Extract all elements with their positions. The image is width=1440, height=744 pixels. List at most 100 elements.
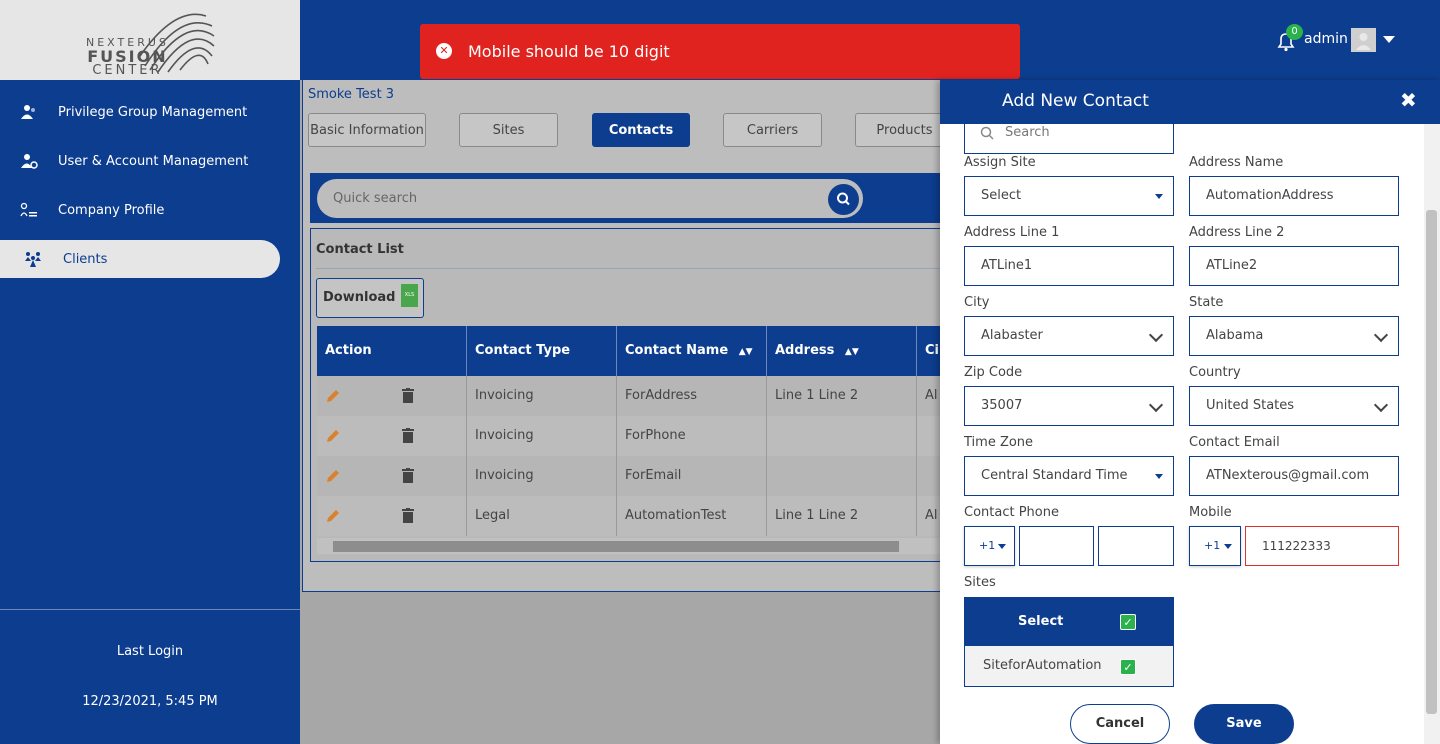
cancel-button[interactable]: Cancel: [1070, 704, 1170, 744]
tab-contacts[interactable]: Contacts: [592, 113, 690, 147]
cell-city: Al: [925, 508, 938, 523]
country-label: Country: [1189, 365, 1241, 380]
edit-pencil-icon[interactable]: [325, 388, 341, 404]
state-select[interactable]: Alabama: [1189, 316, 1399, 356]
table-row: Legal AutomationTest Line 1 Line 2 Al: [317, 496, 942, 536]
delete-trash-icon[interactable]: [402, 388, 414, 403]
delete-trash-icon[interactable]: [402, 508, 414, 523]
col-contact-name[interactable]: Contact Name ▲▼: [617, 326, 767, 376]
col-city: Ci: [925, 343, 939, 358]
sidebar-item-label: Privilege Group Management: [58, 104, 248, 120]
state-label: State: [1189, 295, 1224, 310]
chevron-down-icon: [1148, 397, 1164, 413]
mobile-label: Mobile: [1189, 505, 1232, 520]
assign-site-select[interactable]: Select: [964, 176, 1174, 216]
timezone-label: Time Zone: [964, 435, 1034, 450]
sort-icon[interactable]: ▲▼: [845, 347, 859, 357]
delete-trash-icon[interactable]: [402, 468, 414, 483]
cell-contact-type: Invoicing: [467, 376, 617, 416]
cell-contact-type: Invoicing: [467, 456, 617, 496]
user-gear-icon: [21, 154, 38, 169]
table-row: Invoicing ForEmail: [317, 456, 942, 496]
table-row: Invoicing ForAddress Line 1 Line 2 Al: [317, 376, 942, 416]
sidebar-item-privilege-group[interactable]: Privilege Group Management: [0, 93, 280, 131]
col-contact-type[interactable]: Contact Type: [467, 326, 617, 376]
logo-area: NEXTERUS FUSION CENTER: [0, 0, 300, 80]
mobile-input[interactable]: 111222333: [1245, 526, 1399, 566]
cell-contact-name: ForPhone: [617, 416, 767, 456]
action-cell: [317, 496, 467, 536]
last-login-value: 12/23/2021, 5:45 PM: [82, 694, 218, 709]
timezone-value: Central Standard Time: [981, 468, 1128, 483]
cell-contact-type: Legal: [467, 496, 617, 536]
address-name-label: Address Name: [1189, 155, 1284, 170]
quick-search-input[interactable]: Quick search: [317, 179, 863, 218]
cell-address: Line 1 Line 2: [767, 376, 917, 416]
email-input[interactable]: ATNexterous@gmail.com: [1189, 456, 1399, 496]
divider: [316, 268, 942, 269]
country-value: United States: [1206, 398, 1295, 413]
cell-address: [767, 416, 917, 456]
mobile-country-code[interactable]: +1: [1189, 526, 1241, 566]
logo-line2: FUSION: [87, 47, 168, 66]
tab-carriers[interactable]: Carriers: [723, 113, 822, 147]
tab-sites[interactable]: Sites: [459, 113, 558, 147]
city-select[interactable]: Alabaster: [964, 316, 1174, 356]
edit-pencil-icon[interactable]: [325, 428, 341, 444]
col-address-label: Address: [775, 343, 835, 358]
sites-select-all[interactable]: Select: [964, 597, 1174, 646]
site-checkbox[interactable]: ✓: [1120, 659, 1136, 675]
delete-trash-icon[interactable]: [402, 428, 414, 443]
save-button[interactable]: Save: [1194, 704, 1294, 744]
phone-part2-input[interactable]: [1098, 526, 1174, 566]
phone-part1-input[interactable]: [1019, 526, 1094, 566]
cell-city: [917, 456, 942, 496]
email-label: Contact Email: [1189, 435, 1280, 450]
select-all-checkbox[interactable]: ✓: [1120, 614, 1136, 630]
tab-basic-information[interactable]: Basic Information: [308, 113, 426, 147]
address-line1-input[interactable]: ATLine1: [964, 246, 1174, 286]
search-button[interactable]: [828, 184, 859, 215]
zip-select[interactable]: 35007: [964, 386, 1174, 426]
site-item-label: SiteforAutomation: [983, 658, 1102, 673]
horizontal-scroll-thumb[interactable]: [333, 541, 899, 552]
mobile-code-value: +1: [1204, 539, 1221, 552]
col-contact-name-label: Contact Name: [625, 343, 729, 358]
toast-message: Mobile should be 10 digit: [468, 42, 670, 61]
sidebar-item-company-profile[interactable]: Company Profile: [0, 191, 280, 229]
phone-label: Contact Phone: [964, 505, 1059, 520]
vertical-scroll-thumb[interactable]: [1426, 210, 1437, 714]
phone-country-code[interactable]: +1: [964, 526, 1015, 566]
cell-city: [917, 416, 942, 456]
site-item[interactable]: SiteforAutomation: [964, 646, 1174, 687]
sidebar-item-clients[interactable]: Clients: [0, 240, 280, 278]
table-row: Invoicing ForPhone: [317, 416, 942, 456]
address-name-input[interactable]: AutomationAddress: [1189, 176, 1399, 216]
breadcrumb[interactable]: Smoke Test 3: [308, 87, 394, 102]
avatar[interactable]: [1351, 28, 1376, 52]
chevron-down-icon: [1155, 194, 1163, 199]
col-address[interactable]: Address ▲▼: [767, 326, 917, 376]
user-name[interactable]: admin: [1304, 31, 1348, 47]
sidebar-item-user-account[interactable]: User & Account Management: [0, 142, 280, 180]
edit-pencil-icon[interactable]: [325, 508, 341, 524]
error-toast: ✕ Mobile should be 10 digit: [420, 24, 1020, 79]
zip-value: 35007: [981, 398, 1023, 413]
address-line2-input[interactable]: ATLine2: [1189, 246, 1399, 286]
sites-label: Sites: [964, 575, 996, 590]
edit-pencil-icon[interactable]: [325, 468, 341, 484]
contact-search-input[interactable]: Search: [964, 124, 1174, 154]
timezone-select[interactable]: Central Standard Time: [964, 456, 1174, 496]
chevron-down-icon: [1224, 544, 1232, 549]
action-cell: [317, 456, 467, 496]
close-icon[interactable]: ✖: [1400, 88, 1417, 112]
city-label: City: [964, 295, 990, 310]
sidebar-item-label: Company Profile: [58, 202, 165, 218]
country-select[interactable]: United States: [1189, 386, 1399, 426]
user-menu-caret-icon[interactable]: [1383, 36, 1395, 43]
chevron-down-icon: [998, 544, 1006, 549]
error-close-icon[interactable]: ✕: [436, 43, 452, 59]
sort-icon[interactable]: ▲▼: [739, 347, 753, 357]
profile-list-icon: [20, 202, 37, 217]
sidebar-item-label: Clients: [63, 251, 108, 267]
